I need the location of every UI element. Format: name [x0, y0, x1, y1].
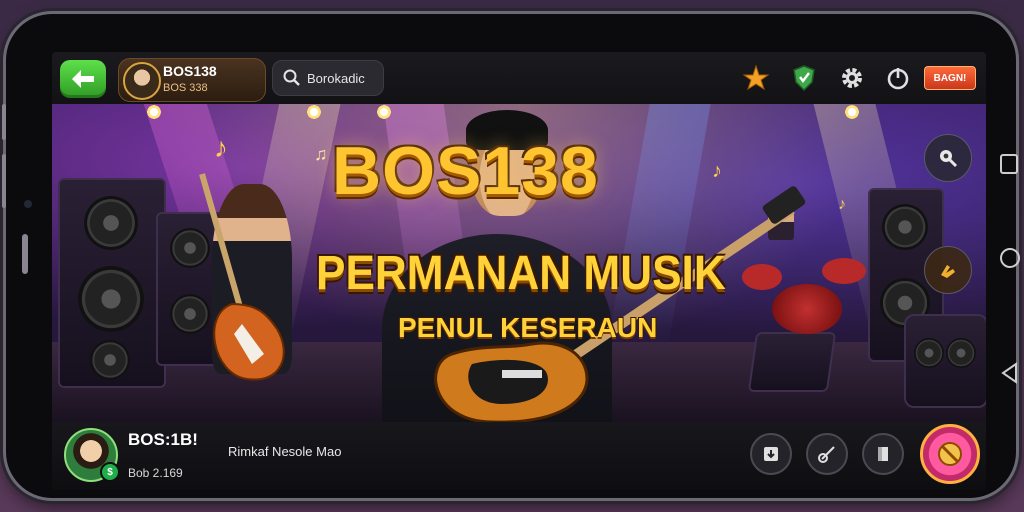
power-side-button [2, 154, 6, 208]
player-score: Bob 2.169 [128, 466, 183, 480]
stage-light [146, 104, 162, 120]
badge-button[interactable]: BAGN! [924, 66, 976, 90]
shield-icon [793, 65, 815, 92]
front-camera [24, 200, 32, 208]
player-name: BOS:1B! [128, 430, 198, 449]
no-entry-icon [938, 442, 962, 466]
bottom-bar: $ BOS:1B! Rimkaf Nesole Mao Bob 2.169 [52, 422, 986, 490]
stage-light [844, 104, 860, 120]
guitar-button[interactable] [806, 433, 848, 475]
speaker [904, 314, 986, 408]
download-button[interactable] [750, 433, 792, 475]
recents-nav-button[interactable] [1000, 154, 1018, 174]
banner-stage: ♪ ♫ ♪ ♪ BOS138 PERMANAN MUSIK PENUL KESE… [52, 104, 986, 422]
speaker-grille [22, 234, 28, 274]
profile-pill[interactable]: BOS138 BOS 338 [118, 58, 266, 102]
profile-name: BOS138 [163, 63, 217, 79]
coin-badge: $ [100, 462, 120, 482]
star-button[interactable] [742, 64, 770, 92]
back-button[interactable] [60, 60, 106, 98]
hand-icon [941, 265, 955, 278]
electric-guitar-left [199, 173, 285, 381]
music-note-icon: ♫ [314, 144, 328, 164]
power-icon [887, 68, 909, 90]
search-box[interactable]: Borokadic [272, 60, 384, 96]
home-nav-button[interactable] [1000, 248, 1020, 268]
profile-score: BOS 338 [163, 82, 208, 94]
music-note-icon: ♪ [838, 196, 846, 213]
zoom-button[interactable] [924, 134, 972, 182]
player-message: Rimkaf Nesole Mao [228, 444, 342, 459]
power-button[interactable] [884, 64, 912, 92]
music-note-icon: ♪ [214, 132, 228, 163]
avatar [123, 62, 161, 100]
stage-light [306, 104, 322, 120]
download-icon [764, 447, 778, 461]
card-icon [878, 447, 888, 461]
search-icon [283, 69, 300, 86]
stage-light [376, 104, 392, 120]
zoom-icon [940, 150, 958, 168]
banner-title: BOS138 [332, 133, 599, 209]
card-button[interactable] [862, 433, 904, 475]
main-action-button[interactable] [920, 424, 980, 484]
phone-frame: BOS138 BOS 338 Borokadic BAGN! ♪ ♫ ♪ ♪ B… [2, 14, 1020, 498]
gear-icon [842, 68, 862, 88]
arrow-left-icon [72, 70, 94, 88]
shield-button[interactable] [790, 64, 818, 92]
banner-tagline: PENUL KESERAUN [398, 312, 658, 343]
settings-button[interactable] [838, 64, 866, 92]
game-screen: BOS138 BOS 338 Borokadic BAGN! ♪ ♫ ♪ ♪ B… [52, 52, 986, 490]
star-icon [742, 64, 770, 91]
hand-button[interactable] [924, 246, 972, 294]
back-nav-button[interactable] [1000, 362, 1018, 384]
volume-button [2, 104, 6, 140]
speaker [58, 178, 166, 388]
top-bar: BOS138 BOS 338 Borokadic BAGN! [52, 52, 986, 104]
search-text: Borokadic [307, 70, 365, 86]
guitar-icon [818, 446, 835, 463]
banner-subtitle: PERMANAN MUSIK [316, 247, 726, 300]
music-note-icon: ♪ [712, 160, 722, 182]
